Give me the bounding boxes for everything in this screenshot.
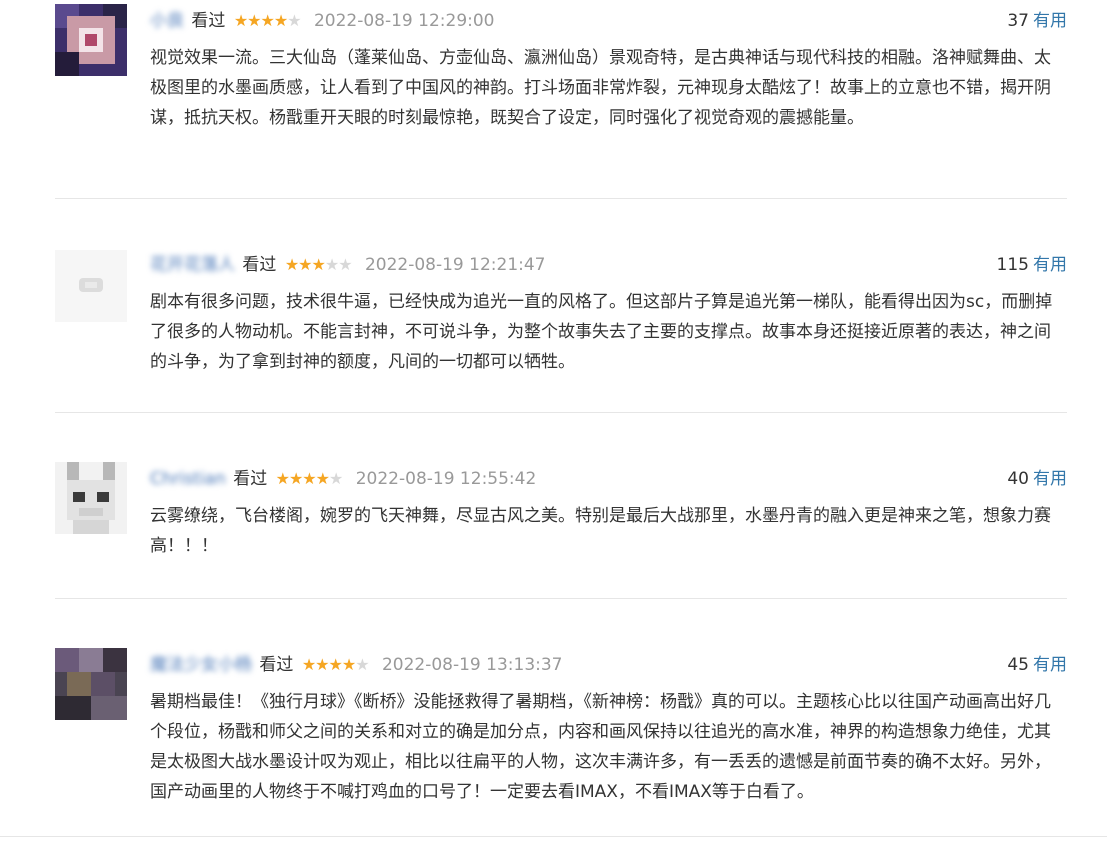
avatar[interactable] — [55, 648, 127, 720]
star-filled-icon: ★ — [247, 11, 261, 30]
review-date: 2022-08-19 13:13:37 — [381, 655, 563, 675]
username-link[interactable]: 花开花落人 — [150, 252, 235, 278]
star-empty-icon: ★ — [287, 11, 301, 30]
useful-vote: 37 有用 — [1007, 8, 1067, 34]
useful-count: 37 — [1007, 11, 1029, 31]
star-filled-icon: ★ — [311, 255, 326, 274]
star-filled-icon: ★ — [301, 655, 316, 674]
star-filled-icon: ★ — [275, 469, 290, 488]
review-date: 2022-08-19 12:55:42 — [355, 469, 537, 489]
seen-label: 看过 — [259, 655, 294, 675]
star-empty-icon: ★ — [328, 469, 343, 488]
avatar[interactable] — [55, 4, 127, 76]
rating-stars: ★★★★★ — [233, 8, 302, 34]
useful-vote: 115 有用 — [997, 252, 1067, 278]
star-filled-icon: ★ — [273, 11, 288, 30]
star-filled-icon: ★ — [233, 11, 248, 30]
avatar[interactable] — [55, 462, 127, 534]
useful-count: 45 — [1007, 655, 1029, 675]
seen-label: 看过 — [233, 469, 268, 489]
rating-stars: ★★★★★ — [301, 652, 370, 678]
review-text: 视觉效果一流。三大仙岛（蓬莱仙岛、方壶仙岛、瀛洲仙岛）景观奇特，是古典神话与现代… — [150, 48, 1051, 128]
seen-label: 看过 — [242, 255, 277, 275]
star-empty-icon: ★ — [338, 255, 352, 274]
review-header: 小良 看过 ★★★★★ 2022-08-19 12:29:00 37 有用 — [150, 8, 1067, 34]
star-filled-icon: ★ — [315, 655, 329, 674]
review-header: 花开花落人 看过 ★★★★★ 2022-08-19 12:21:47 115 有用 — [150, 252, 1067, 278]
star-empty-icon: ★ — [324, 255, 339, 274]
review-text: 暑期档最佳！《独行月球》《断桥》没能拯救得了暑期档，《新神榜：杨戬》真的可以。主… — [150, 692, 1051, 802]
divider — [55, 412, 1067, 413]
seen-label: 看过 — [191, 11, 226, 31]
review-header: 魔法少女小杨 看过 ★★★★★ 2022-08-19 13:13:37 45 有用 — [150, 652, 1067, 678]
useful-vote: 40 有用 — [1007, 466, 1067, 492]
avatar-image — [55, 648, 127, 720]
avatar-image — [55, 250, 127, 322]
star-filled-icon: ★ — [288, 469, 303, 488]
useful-button[interactable]: 有用 — [1033, 655, 1067, 675]
useful-button[interactable]: 有用 — [1033, 11, 1067, 31]
star-filled-icon: ★ — [284, 255, 299, 274]
divider — [0, 836, 1107, 837]
useful-button[interactable]: 有用 — [1033, 255, 1067, 275]
avatar-image — [55, 462, 127, 534]
useful-button[interactable]: 有用 — [1033, 469, 1067, 489]
star-filled-icon: ★ — [260, 11, 275, 30]
avatar[interactable] — [55, 250, 127, 322]
star-filled-icon: ★ — [341, 655, 356, 674]
username-link[interactable]: 小良 — [150, 8, 184, 34]
rating-stars: ★★★★★ — [284, 252, 353, 278]
username-link[interactable]: Christian — [150, 466, 226, 492]
review-header: Christian 看过 ★★★★★ 2022-08-19 12:55:42 4… — [150, 466, 1067, 492]
username-link[interactable]: 魔法少女小杨 — [150, 652, 252, 678]
star-filled-icon: ★ — [298, 255, 312, 274]
useful-vote: 45 有用 — [1007, 652, 1067, 678]
review-date: 2022-08-19 12:21:47 — [364, 255, 546, 275]
useful-count: 40 — [1007, 469, 1029, 489]
review-text: 剧本有很多问题，技术很牛逼，已经快成为追光一直的风格了。但这部片子算是追光第一梯… — [150, 292, 1053, 372]
review-date: 2022-08-19 12:29:00 — [313, 11, 495, 31]
star-filled-icon: ★ — [315, 469, 330, 488]
star-filled-icon: ★ — [302, 469, 316, 488]
rating-stars: ★★★★★ — [275, 466, 344, 492]
divider — [55, 598, 1067, 599]
useful-count: 115 — [996, 255, 1029, 275]
star-filled-icon: ★ — [328, 655, 343, 674]
star-empty-icon: ★ — [355, 655, 369, 674]
review-text: 云雾缭绕，飞台楼阁，婉罗的飞天神舞，尽显古风之美。特别是最后大战那里，水墨丹青的… — [150, 506, 1051, 556]
divider — [55, 198, 1067, 199]
avatar-image — [55, 4, 127, 76]
